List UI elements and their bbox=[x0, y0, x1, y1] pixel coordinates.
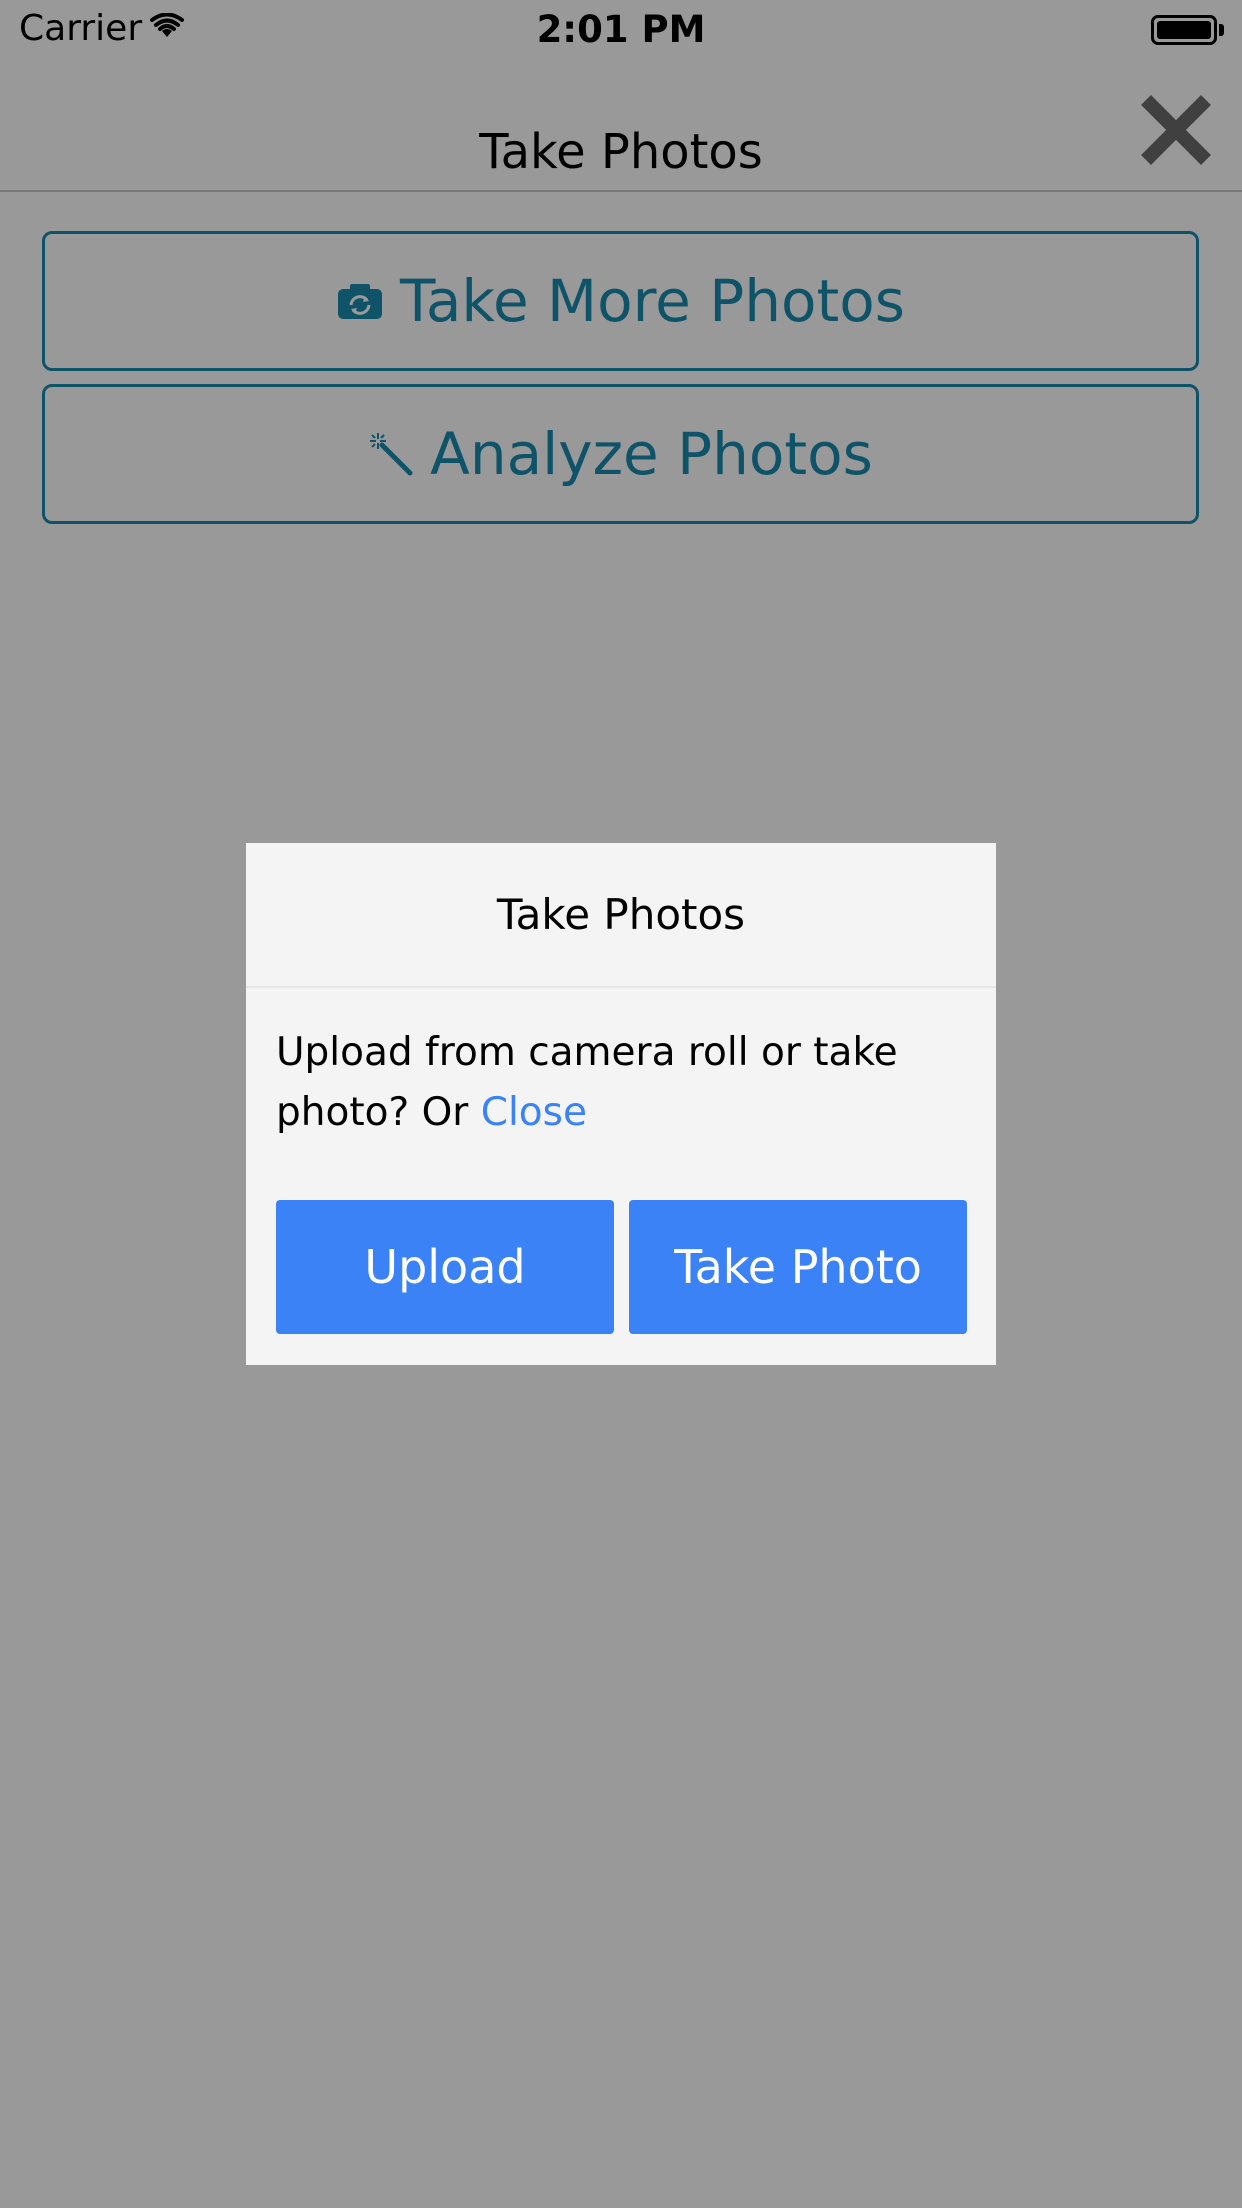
upload-button[interactable]: Upload bbox=[276, 1200, 614, 1334]
take-photos-dialog: Take Photos Upload from camera roll or t… bbox=[246, 843, 996, 1365]
close-link[interactable]: Close bbox=[481, 1090, 587, 1135]
take-photo-button[interactable]: Take Photo bbox=[629, 1200, 967, 1334]
dialog-message: Upload from camera roll or take photo? O… bbox=[276, 1023, 966, 1143]
dialog-title: Take Photos bbox=[246, 843, 996, 988]
